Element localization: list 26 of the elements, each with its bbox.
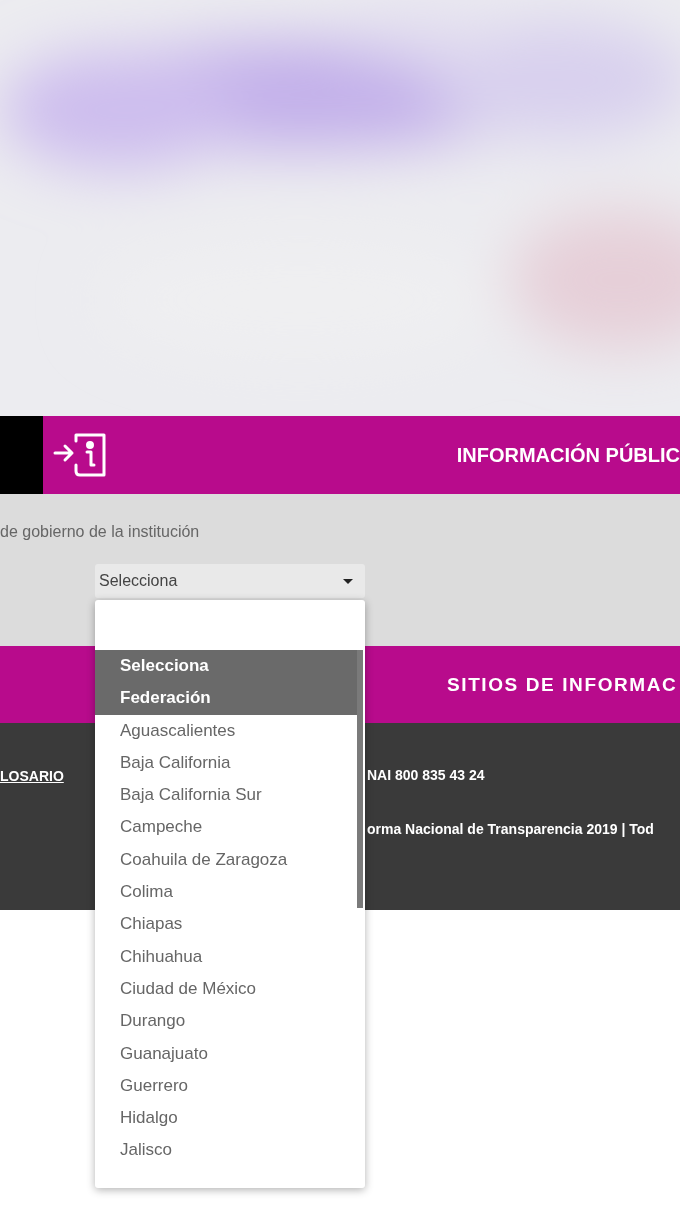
dropdown-option[interactable]: Campeche [95, 811, 357, 844]
section-title: SITIOS DE INFORMAC [447, 673, 678, 696]
field-label: de gobierno de la institución [0, 523, 200, 541]
caret-icon [343, 578, 353, 584]
dropdown-option[interactable]: Guerrero [95, 1069, 357, 1103]
dropdown-option[interactable]: Guanajuato [95, 1037, 357, 1070]
glossary-link[interactable]: LOSARIO [0, 768, 64, 784]
dropdown-option[interactable]: Baja California [95, 746, 357, 780]
dropdown-option[interactable]: Selecciona [95, 650, 357, 683]
dropdown-option[interactable]: Hidalgo [95, 1102, 357, 1135]
dropdown-option[interactable]: Aguascalientes [95, 714, 357, 747]
dropdown-option[interactable]: Colima [95, 876, 357, 909]
phone-text: NAI 800 835 43 24 [367, 767, 485, 783]
dropdown-option[interactable]: Ciudad de México [95, 972, 357, 1006]
scrollbar[interactable] [357, 650, 363, 908]
copyright-text: orma Nacional de Transparencia 2019 | Tod [367, 821, 654, 837]
dropdown-option[interactable]: Chihuahua [95, 940, 357, 973]
dropdown-option[interactable]: Federación [95, 682, 357, 715]
info-icon [51, 431, 108, 479]
dropdown-option[interactable]: Jalisco [95, 1134, 357, 1167]
section-title: INFORMACIÓN PÚBLIC [456, 443, 680, 467]
dropdown-option[interactable]: Chiapas [95, 908, 357, 941]
dropdown-option[interactable]: Coahuila de Zaragoza [95, 843, 357, 877]
state-select[interactable]: Selecciona [95, 564, 365, 598]
dropdown-option[interactable]: Durango [95, 1005, 357, 1038]
dropdown-option[interactable]: Baja California Sur [95, 779, 357, 812]
